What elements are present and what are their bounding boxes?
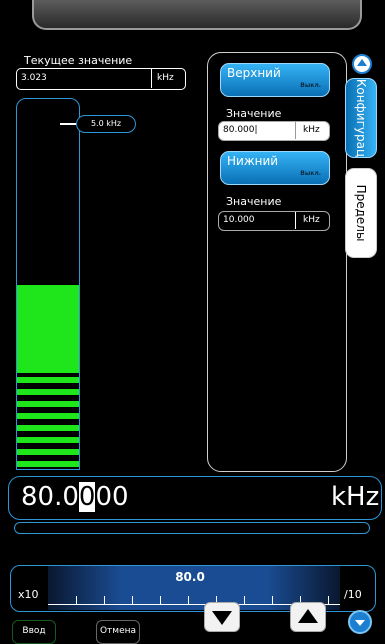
slider-tick xyxy=(160,596,161,605)
scroll-up-icon[interactable] xyxy=(352,54,372,74)
arrow-down-icon xyxy=(212,611,232,625)
lower-limit-button[interactable]: Нижний Выкл. xyxy=(220,151,330,185)
entry-value: 80.0000 xyxy=(21,482,129,512)
cancel-button[interactable]: Отмена xyxy=(96,620,140,644)
current-value-label: Текущее значение xyxy=(24,54,133,67)
unit-divider xyxy=(295,122,296,139)
meter-marker-line xyxy=(60,123,76,125)
increment-button[interactable] xyxy=(290,602,326,632)
meter-segment xyxy=(17,461,79,467)
decrement-button[interactable] xyxy=(204,602,240,632)
meter-segment xyxy=(17,425,79,431)
lower-limit-state: Выкл. xyxy=(300,170,321,177)
slider-tick xyxy=(272,596,273,605)
current-value-field: 3.023 kHz xyxy=(16,68,186,90)
lower-limit-label: Нижний xyxy=(227,154,279,168)
limits-panel: Верхний Выкл. Значение 80.000| kHz Нижни… xyxy=(207,52,347,472)
current-unit: kHz xyxy=(157,73,174,83)
meter-segment xyxy=(17,377,79,383)
upper-value: 80.000| xyxy=(223,125,258,135)
upper-value-label: Значение xyxy=(226,107,282,120)
meter-segment xyxy=(17,437,79,443)
level-meter xyxy=(16,98,80,470)
unit-divider xyxy=(295,212,296,229)
multiply-ten-button[interactable]: x10 xyxy=(18,588,39,601)
slider-tick xyxy=(244,596,245,605)
tab-limits-label: Пределы xyxy=(354,184,368,242)
slider-tick xyxy=(188,596,189,605)
lower-value: 10.000 xyxy=(223,215,255,225)
upper-unit: kHz xyxy=(303,125,320,135)
enter-button[interactable]: Ввод xyxy=(12,620,56,644)
tab-configuration-label: Конфигурац xyxy=(354,78,368,158)
entry-unit: kHz xyxy=(331,482,380,512)
lower-value-input[interactable]: 10.000 kHz xyxy=(218,211,330,231)
meter-segment xyxy=(17,449,79,455)
lower-unit: kHz xyxy=(303,215,320,225)
upper-limit-state: Выкл. xyxy=(300,82,321,89)
tab-limits[interactable]: Пределы xyxy=(345,168,377,258)
scroll-down-icon[interactable] xyxy=(348,610,372,634)
meter-segment xyxy=(17,401,79,407)
upper-limit-label: Верхний xyxy=(227,66,281,80)
numeric-entry-field[interactable]: 80.0000 kHz xyxy=(8,476,382,520)
slider-tick xyxy=(76,596,77,605)
slider-value: 80.0 xyxy=(175,570,205,584)
upper-limit-button[interactable]: Верхний Выкл. xyxy=(220,63,330,97)
current-value: 3.023 xyxy=(21,73,47,83)
entry-progress-track xyxy=(14,522,370,534)
lower-value-label: Значение xyxy=(226,195,282,208)
slider-tick xyxy=(104,596,105,605)
slider-tick xyxy=(132,596,133,605)
slider-tick xyxy=(328,596,329,605)
upper-value-input[interactable]: 80.000| kHz xyxy=(218,121,330,141)
meter-segment xyxy=(17,389,79,395)
top-title-bar xyxy=(32,0,362,30)
meter-segment xyxy=(17,413,79,419)
entry-cursor-digit: 0 xyxy=(78,482,96,512)
tab-configuration[interactable]: Конфигурац xyxy=(345,78,377,158)
meter-marker-label[interactable]: 5.0 kHz xyxy=(76,115,136,133)
divide-ten-button[interactable]: /10 xyxy=(344,588,362,601)
unit-divider xyxy=(151,69,152,88)
arrow-up-icon xyxy=(298,609,318,623)
meter-fill xyxy=(17,285,79,373)
